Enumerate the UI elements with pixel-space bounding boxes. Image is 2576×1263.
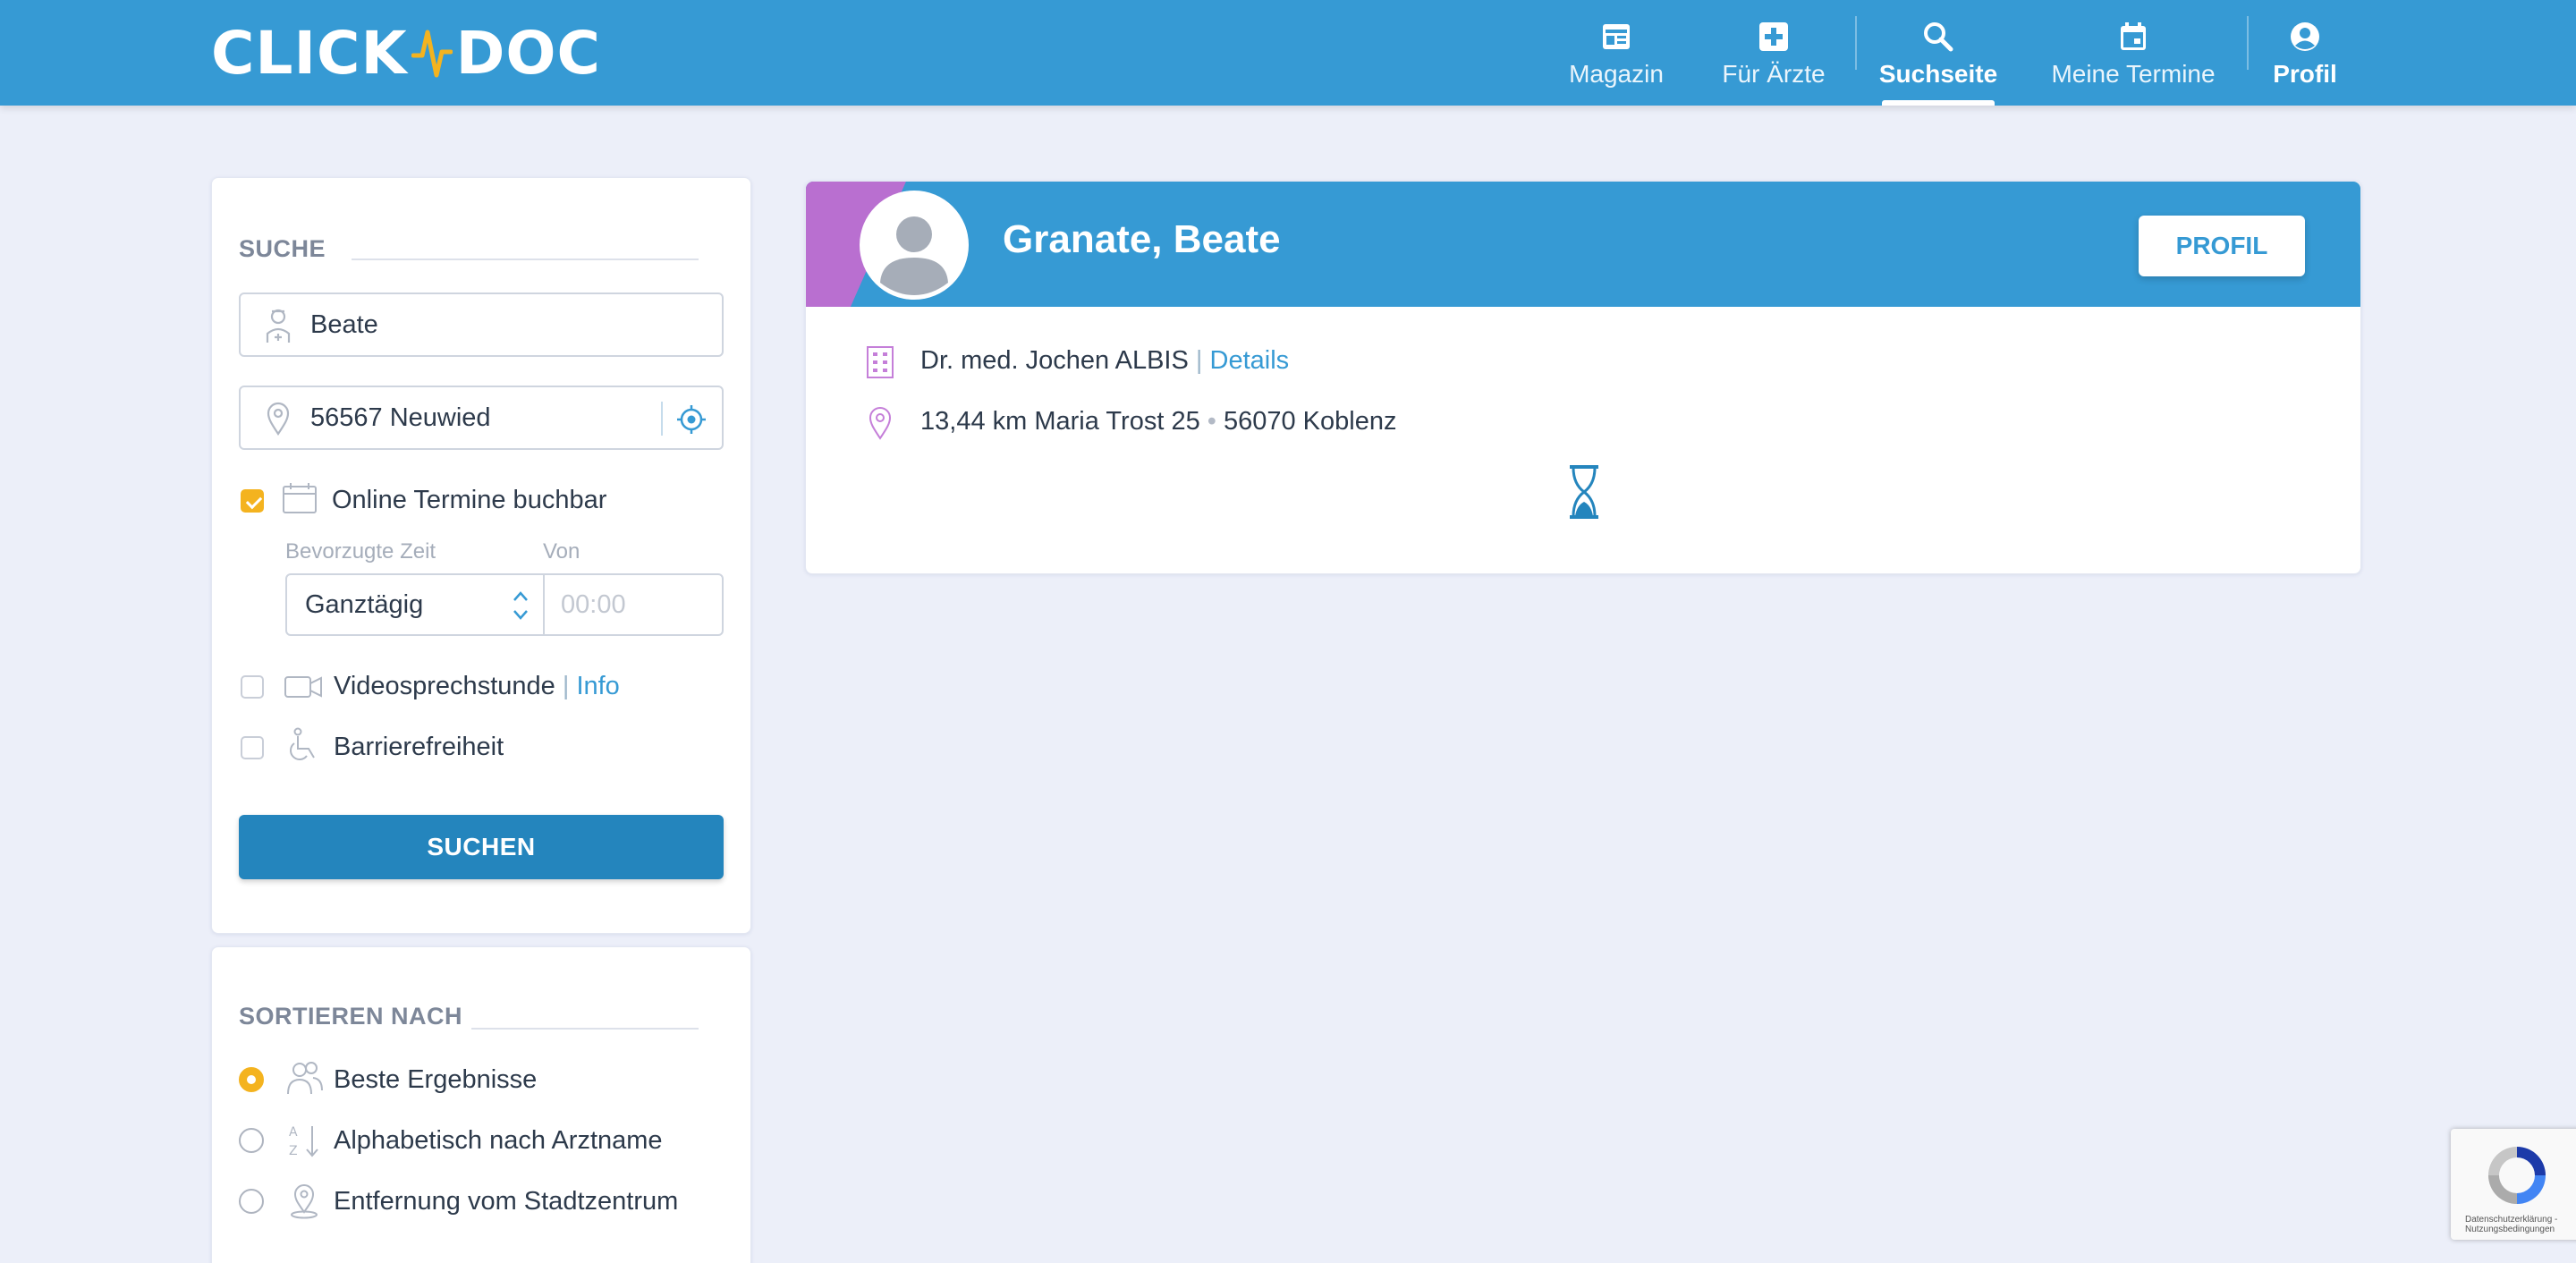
sort-alpha-icon: A Z: [289, 1125, 318, 1158]
details-link[interactable]: Details: [1210, 346, 1290, 375]
video-consultation-label: Videosprechstunde: [334, 672, 555, 700]
from-time-placeholder: 00:00: [561, 589, 626, 619]
active-tab-indicator: [1882, 100, 1995, 106]
nav-label-magazin: Magazin: [1569, 60, 1664, 88]
clickdoc-logo[interactable]: CLICK DOC: [211, 19, 601, 88]
doctor-avatar: [860, 191, 969, 300]
street-value: Maria Trost 25: [1034, 407, 1200, 436]
practice-name: Dr. med. Jochen ALBIS: [920, 346, 1189, 375]
search-panel: SUCHE Beate 56567 Neuwied Online Termine…: [211, 177, 751, 934]
distance-value: 13,44 km: [920, 407, 1028, 436]
sort-radio-distance[interactable]: [239, 1189, 264, 1214]
locate-me-icon[interactable]: [675, 403, 708, 436]
city-value: 56070 Koblenz: [1223, 407, 1397, 436]
doctor-name[interactable]: Granate, Beate: [1003, 217, 1281, 262]
location-pin-icon: [267, 402, 290, 436]
location-pin-icon: [869, 407, 892, 440]
video-camera-icon: [284, 676, 322, 698]
section-divider: [471, 1028, 699, 1030]
accessibility-checkbox[interactable]: [241, 736, 264, 759]
nav-item-fuer-aerzte[interactable]: Für Ärzte: [1717, 0, 1830, 106]
section-divider: [352, 259, 699, 260]
users-icon: [287, 1062, 323, 1095]
recaptcha-logo-icon: [2488, 1147, 2546, 1204]
doctor-result-card: Granate, Beate PROFIL Dr. med. Jochen AL…: [805, 181, 2361, 574]
search-icon: [1924, 22, 1953, 52]
nav-item-meine-termine[interactable]: Meine Termine: [2048, 0, 2218, 106]
location-search-input[interactable]: 56567 Neuwied: [239, 386, 724, 450]
recaptcha-badge[interactable]: Datenschutzerklärung - Nutzungsbedingung…: [2451, 1129, 2576, 1240]
nav-item-magazin[interactable]: Magazin: [1562, 0, 1671, 106]
nav-label-fuer-aerzte: Für Ärzte: [1722, 60, 1826, 88]
sort-radio-best-results[interactable]: [239, 1067, 264, 1092]
profile-button[interactable]: PROFIL: [2139, 216, 2305, 276]
from-time-label: Von: [543, 539, 580, 564]
select-arrows-icon: [513, 591, 528, 620]
nav-label-suchseite: Suchseite: [1878, 60, 1998, 88]
nav-divider: [1855, 16, 1857, 70]
sort-label-distance: Entfernung vom Stadtzentrum: [334, 1187, 679, 1216]
svg-text:A: A: [289, 1125, 298, 1140]
separator-dot: •: [1207, 407, 1216, 436]
user-circle-icon: [2291, 22, 2319, 51]
calendar-outline-icon: [283, 483, 317, 513]
location-search-value: 56567 Neuwied: [310, 403, 491, 432]
avatar-placeholder-icon: [866, 197, 962, 295]
svg-text:Z: Z: [289, 1144, 298, 1158]
calendar-icon: [2121, 22, 2146, 50]
nav-label-meine-termine: Meine Termine: [2051, 60, 2216, 88]
location-distance-icon: [291, 1184, 318, 1219]
video-consultation-option: Videosprechstunde | Info: [334, 672, 620, 701]
nav-item-suchseite[interactable]: Suchseite: [1878, 0, 1998, 106]
preferred-time-select[interactable]: Ganztägig: [285, 573, 545, 636]
nav-divider: [2247, 16, 2249, 70]
nav-label-profil: Profil: [2273, 60, 2337, 88]
top-navigation-bar: CLICK DOC Magazin Für Ärzte Suchseite Me…: [0, 0, 2576, 106]
logo-text-doc: DOC: [455, 18, 601, 88]
practice-info: Dr. med. Jochen ALBIS | Details: [920, 346, 1289, 376]
result-card-header: Granate, Beate PROFIL: [806, 182, 2360, 307]
preferred-time-value: Ganztägig: [305, 589, 424, 619]
sort-section-title: SORTIEREN NACH: [239, 1003, 463, 1030]
wheelchair-icon: [290, 727, 315, 760]
online-appointments-label: Online Termine buchbar: [332, 486, 607, 514]
nav-item-profil[interactable]: Profil: [2267, 0, 2343, 106]
medical-cross-icon: [1759, 22, 1788, 51]
input-divider: [661, 402, 663, 436]
hourglass-loading-icon: [1570, 465, 1598, 519]
search-section-title: SUCHE: [239, 235, 326, 262]
doctor-icon: [266, 309, 291, 343]
sort-label-best-results: Beste Ergebnisse: [334, 1065, 538, 1094]
sort-panel: SORTIEREN NACH Beste Ergebnisse A Z Alph…: [211, 946, 751, 1263]
from-time-input[interactable]: 00:00: [543, 573, 724, 636]
accessibility-label: Barrierefreiheit: [334, 733, 504, 761]
building-icon: [867, 346, 894, 378]
newspaper-icon: [1603, 24, 1630, 49]
separator: |: [562, 672, 570, 700]
separator: |: [1195, 346, 1203, 375]
sort-radio-alphabetical[interactable]: [239, 1128, 264, 1153]
search-button[interactable]: SUCHEN: [239, 815, 724, 879]
video-consultation-checkbox[interactable]: [241, 675, 264, 699]
name-search-input[interactable]: Beate: [239, 292, 724, 357]
preferred-time-label: Bevorzugte Zeit: [285, 539, 436, 564]
name-search-value: Beate: [310, 309, 378, 339]
video-info-link[interactable]: Info: [576, 672, 619, 700]
recaptcha-links[interactable]: Datenschutzerklärung - Nutzungsbedingung…: [2465, 1215, 2576, 1234]
pulse-logo-icon: [411, 30, 453, 78]
address-info: 13,44 km Maria Trost 25 • 56070 Koblenz: [920, 407, 1396, 437]
sort-label-alphabetical: Alphabetisch nach Arztname: [334, 1126, 663, 1155]
logo-text-click: CLICK: [211, 18, 408, 88]
online-appointments-checkbox[interactable]: [241, 489, 264, 513]
